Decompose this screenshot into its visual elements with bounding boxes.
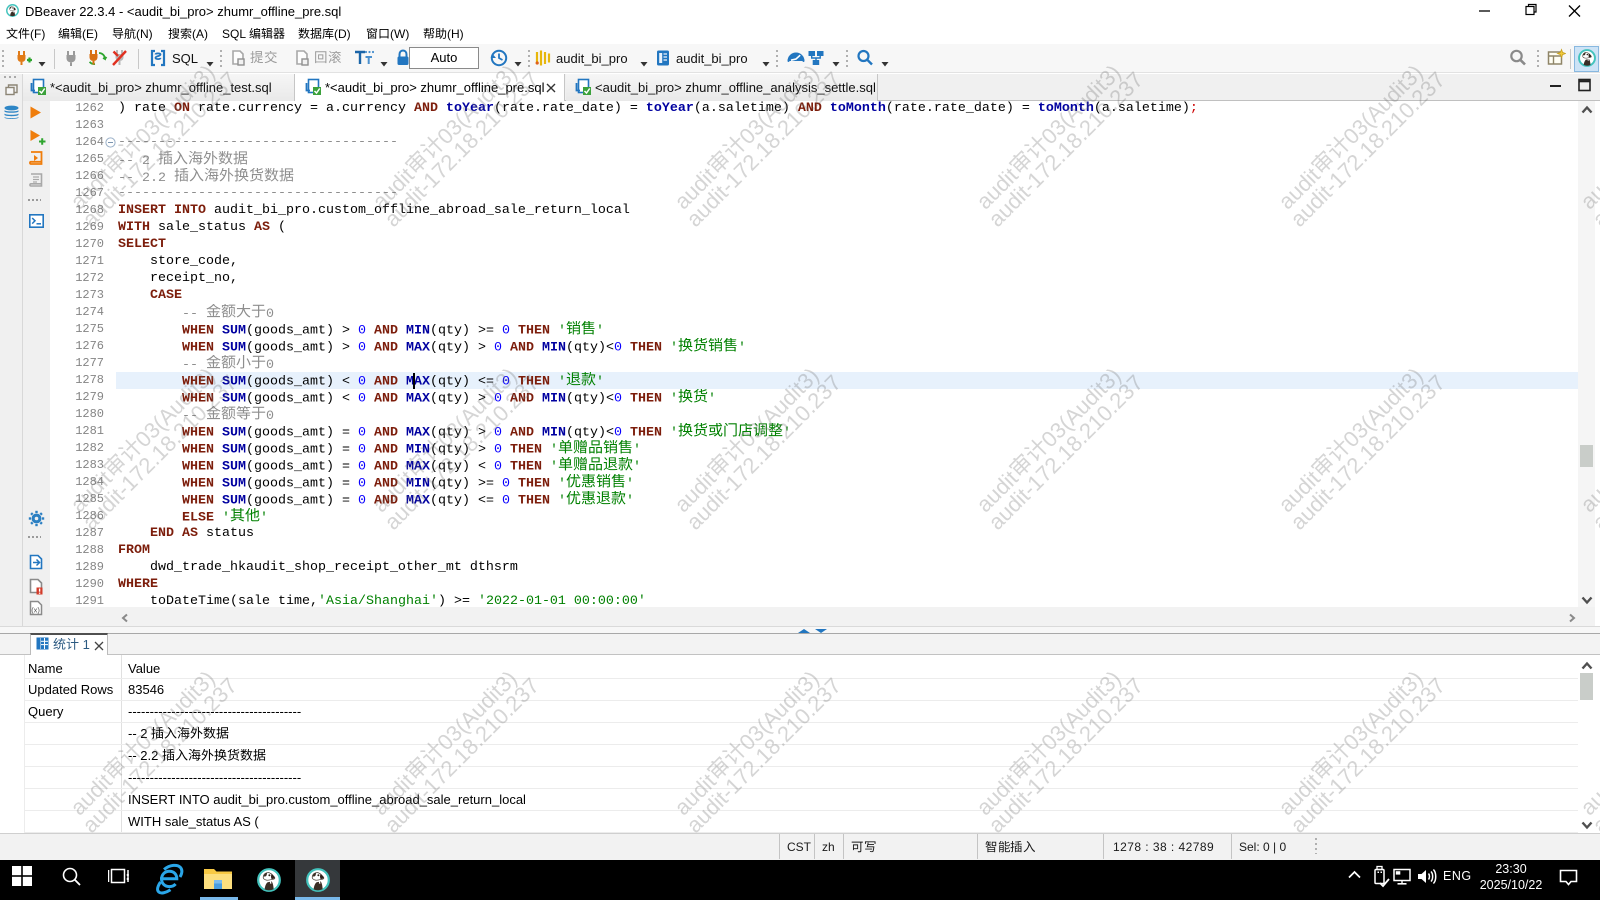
svg-text:(x): (x) [31, 606, 40, 615]
